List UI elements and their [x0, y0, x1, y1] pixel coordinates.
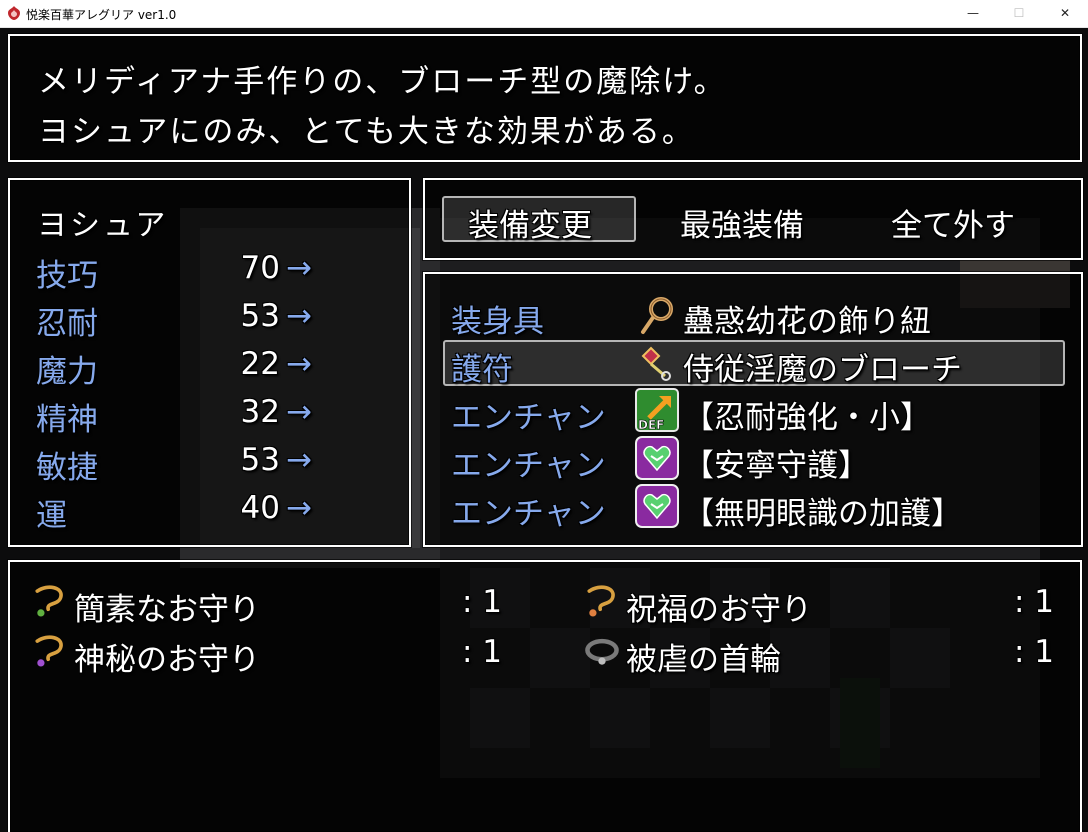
slot-type-label: エンチャン [451, 400, 606, 436]
item-count: : 1 [1014, 634, 1055, 670]
command-clear[interactable]: 全て外す [891, 200, 1015, 245]
item-list-window: 簡素なお守り : 1 祝福のお守り : 1 神秘のお守り : 1 被虐の首輪 :… [8, 560, 1082, 832]
equip-command-window: 装備変更 最強装備 全て外す [423, 178, 1083, 260]
item-name[interactable]: 簡素なお守り [74, 584, 260, 629]
slot-type-label: エンチャン [451, 496, 606, 532]
status-window: ヨシュア 技巧 70 → 忍耐 53 → 魔力 22 → 精神 32 → 敏捷 … [8, 178, 411, 547]
param-label: 忍耐 [36, 306, 98, 342]
help-window: メリディアナ手作りの、ブローチ型の魔除け。 ヨシュアにのみ、とても大きな効果があ… [8, 34, 1082, 162]
param-arrow: → [286, 346, 312, 382]
rope-cord-icon [641, 297, 673, 334]
item-name[interactable]: 被虐の首輪 [626, 634, 781, 679]
amulet-cord-icon [35, 585, 63, 617]
slot-item-name[interactable]: 【安寧守護】 [683, 440, 869, 485]
command-optimize[interactable]: 最強装備 [680, 200, 804, 245]
equip-slot-window: 装身具 蠱惑幼花の飾り紐 護符 侍従淫魔のブローチ エンチャン DEF 【忍耐強… [423, 272, 1083, 547]
amulet-cord-icon [35, 635, 63, 667]
param-label: 敏捷 [36, 450, 98, 486]
app-logo-icon [8, 6, 20, 20]
param-arrow: → [286, 490, 312, 526]
slot-item-name[interactable]: 侍従淫魔のブローチ [683, 344, 962, 389]
param-arrow: → [286, 298, 312, 334]
collar-icon [585, 638, 619, 665]
item-name[interactable]: 神秘のお守り [74, 634, 260, 679]
brooch-charm-icon [641, 346, 671, 381]
param-value: 32 [240, 394, 280, 430]
item-count: : 1 [462, 634, 503, 670]
window-titlebar: 悦楽百華アレグリア ver1.0 — ☐ ✕ [0, 0, 1088, 28]
amulet-cord-icon [587, 585, 615, 617]
param-label: 魔力 [36, 354, 98, 390]
window-title: 悦楽百華アレグリア ver1.0 [26, 8, 177, 22]
help-text-line-1: メリディアナ手作りの、ブローチ型の魔除け。 [38, 64, 727, 100]
param-value: 40 [240, 490, 280, 526]
item-name[interactable]: 祝福のお守り [626, 584, 812, 629]
param-value: 53 [240, 442, 280, 478]
heart-shield-icon [635, 484, 679, 528]
slot-item-name[interactable]: 【無明眼識の加護】 [683, 488, 962, 533]
slot-item-name[interactable]: 【忍耐強化・小】 [683, 392, 931, 437]
param-value: 70 [240, 250, 280, 286]
slot-type-label: 護符 [451, 352, 513, 388]
param-label: 技巧 [36, 258, 98, 294]
param-value: 53 [240, 298, 280, 334]
param-label: 運 [36, 498, 67, 534]
minimize-button[interactable]: — [950, 0, 996, 27]
def-up-icon: DEF [635, 388, 679, 432]
maximize-button[interactable]: ☐ [996, 0, 1042, 27]
param-arrow: → [286, 442, 312, 478]
param-arrow: → [286, 250, 312, 286]
slot-type-label: エンチャン [451, 448, 606, 484]
close-button[interactable]: ✕ [1042, 0, 1088, 27]
game-screen: メリディアナ手作りの、ブローチ型の魔除け。 ヨシュアにのみ、とても大きな効果があ… [0, 28, 1088, 832]
item-count: : 1 [462, 584, 503, 620]
param-arrow: → [286, 394, 312, 430]
item-count: : 1 [1014, 584, 1055, 620]
slot-type-label: 装身具 [451, 304, 544, 340]
help-text-line-2: ヨシュアにのみ、とても大きな効果がある。 [38, 114, 695, 150]
param-value: 22 [240, 346, 280, 382]
def-badge-text: DEF [638, 418, 664, 432]
actor-name: ヨシュア [37, 208, 169, 243]
slot-item-name[interactable]: 蠱惑幼花の飾り紐 [683, 296, 931, 341]
heart-shield-icon [635, 436, 679, 480]
command-change-equip[interactable]: 装備変更 [468, 200, 592, 245]
param-label: 精神 [36, 402, 98, 438]
